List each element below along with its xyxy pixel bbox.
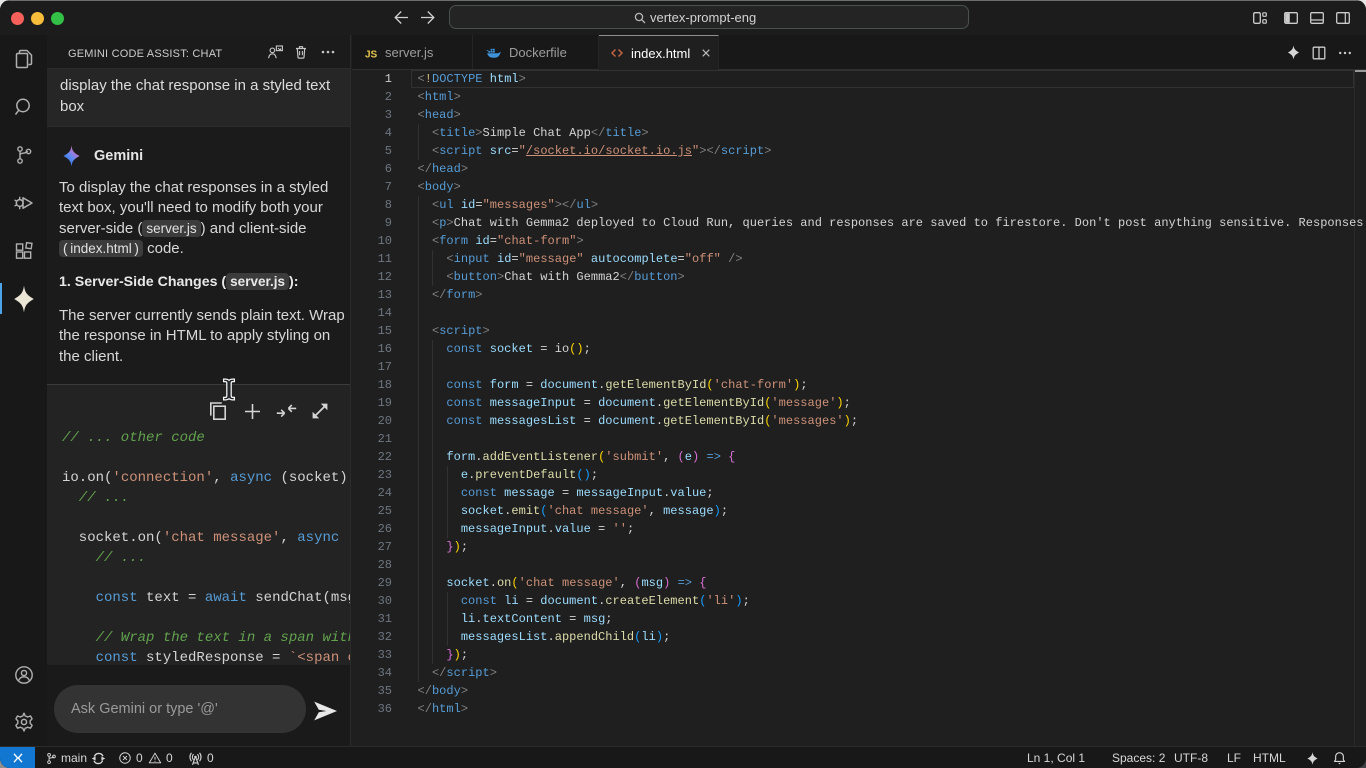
svg-text:JS: JS (365, 49, 378, 60)
